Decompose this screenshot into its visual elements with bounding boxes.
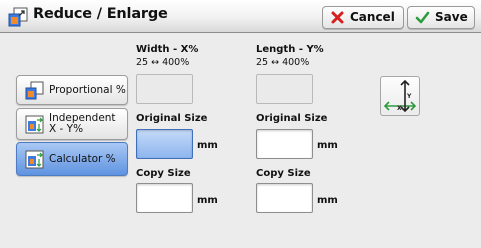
width-x-percent-field [136,74,193,104]
calculator-percent-button[interactable]: Calculator % [16,142,128,176]
width-x-range: 25 ↔ 400% [136,57,190,68]
save-button[interactable]: Save [407,6,475,29]
width-original-size-input[interactable] [136,129,193,159]
cancel-label: Cancel [350,10,395,24]
cancel-button[interactable]: Cancel [322,6,404,29]
xy-arrows-icon: X Y [383,79,417,113]
proportional-label: Proportional % [49,84,126,96]
width-x-heading: Width - X% [136,44,199,55]
proportional-percent-button[interactable]: Proportional % [16,75,128,105]
save-label: Save [435,10,468,24]
length-original-size-label: Original Size [256,113,328,124]
length-copy-unit: mm [317,195,338,206]
independent-xy-icon [25,115,44,134]
page-title: Reduce / Enlarge [33,6,168,22]
length-original-unit: mm [317,140,338,151]
length-original-size-input[interactable] [256,129,313,159]
x-axis-label: X [397,105,402,112]
length-copy-size-input[interactable] [256,183,313,213]
width-copy-size-label: Copy Size [136,168,191,179]
width-copy-size-input[interactable] [136,183,193,213]
cancel-x-icon [331,11,344,24]
independent-xy-button[interactable]: Independent X - Y% [16,108,128,140]
reduce-enlarge-icon [8,7,28,27]
title-bar: Reduce / Enlarge Cancel Save [0,0,481,33]
proportional-icon [25,81,44,100]
width-copy-unit: mm [197,195,218,206]
y-axis-label: Y [406,93,412,100]
length-y-percent-field [256,74,313,104]
calculator-icon [25,150,44,169]
width-original-unit: mm [197,140,218,151]
independent-label: Independent X - Y% [49,112,116,135]
width-original-size-label: Original Size [136,113,208,124]
length-y-heading: Length - Y% [256,44,324,55]
checkmark-icon [415,11,430,24]
length-y-range: 25 ↔ 400% [256,57,310,68]
calculator-label: Calculator % [49,153,116,165]
length-copy-size-label: Copy Size [256,168,311,179]
xy-direction-diagram: X Y [380,76,420,116]
